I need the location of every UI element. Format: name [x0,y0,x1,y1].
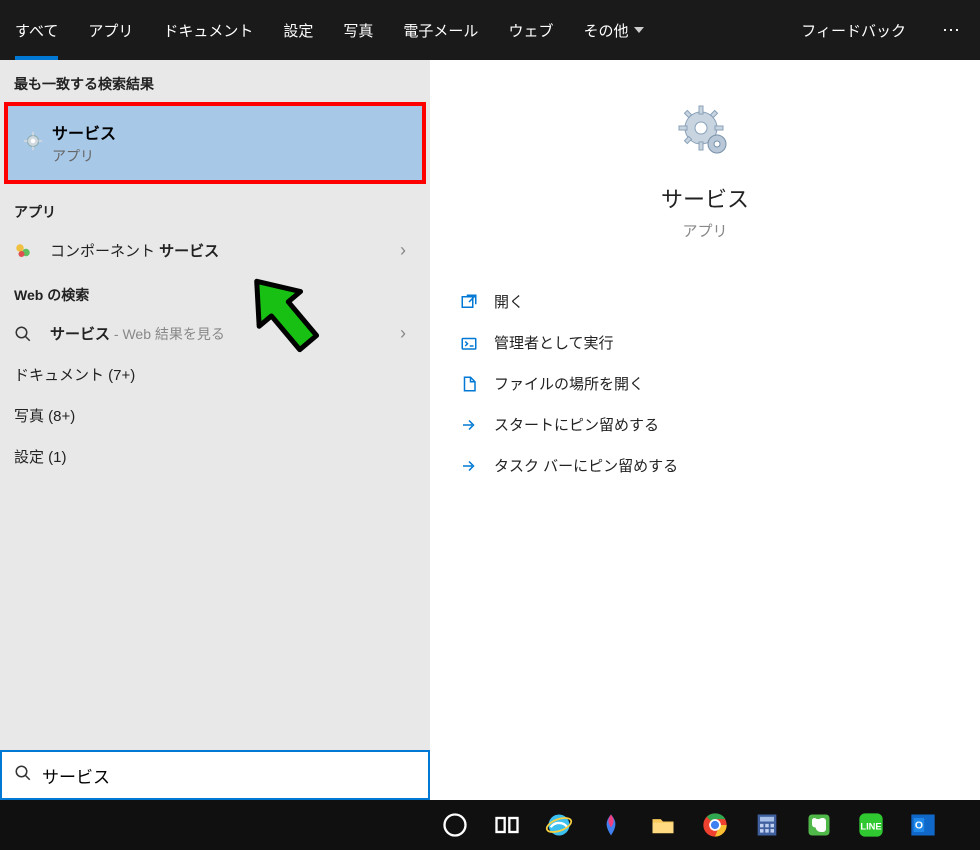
tab-label: ウェブ [508,20,553,41]
category-settings[interactable]: 設定 (1) [0,436,430,477]
action-pin-taskbar[interactable]: タスク バーにピン留めする [460,445,950,486]
detail-title: サービス [430,182,980,214]
result-label: コンポーネント サービス [50,240,400,261]
feedback-label: フィードバック [801,23,906,40]
action-open-location[interactable]: ファイルの場所を開く [460,363,950,404]
taskbar-chrome-icon[interactable] [692,800,738,850]
tab-label: 写真 [343,20,373,41]
search-icon [14,325,50,343]
tab-apps[interactable]: アプリ [73,0,148,60]
open-icon [460,293,494,311]
feedback-link[interactable]: フィードバック [783,20,924,41]
taskbar-outlook-icon[interactable]: O [900,800,946,850]
chevron-down-icon [634,27,644,33]
search-icon [14,764,32,787]
search-filter-bar: すべて アプリ ドキュメント 設定 写真 電子メール ウェブ その他 フィードバ… [0,0,980,60]
tab-label: ドキュメント [163,20,253,41]
taskbar-cortana-icon[interactable] [432,800,478,850]
best-match-title: サービス [52,120,116,144]
search-box[interactable] [0,750,430,800]
action-label: ファイルの場所を開く [494,373,644,394]
pin-icon [460,457,494,475]
tab-more[interactable]: その他 [568,0,659,60]
action-label: 管理者として実行 [494,332,614,353]
tab-label: 設定 [283,20,313,41]
taskbar-paint-icon[interactable] [588,800,634,850]
detail-subtitle: アプリ [430,220,980,241]
svg-text:O: O [915,820,923,832]
tab-web[interactable]: ウェブ [493,0,568,60]
services-gear-icon [22,130,52,157]
chevron-right-icon: › [400,240,416,261]
web-header: Web の検索 [0,271,430,313]
action-list: 開く 管理者として実行 ファイルの場所を開く スタートにピン留めする タスク バ… [430,281,980,486]
tab-settings[interactable]: 設定 [268,0,328,60]
tab-label: その他 [583,20,628,41]
more-menu-button[interactable]: ⋯ [924,20,980,41]
detail-large-icon [430,100,980,164]
chevron-right-icon: › [400,323,416,344]
tab-label: すべて [15,20,58,41]
taskbar-calculator-icon[interactable] [744,800,790,850]
svg-text:LINE: LINE [860,822,881,832]
best-match-result[interactable]: サービス アプリ [4,102,426,184]
tab-label: 電子メール [403,20,478,41]
action-pin-start[interactable]: スタートにピン留めする [460,404,950,445]
result-web-search[interactable]: サービス - Web 結果を見る › [0,313,430,354]
category-photos[interactable]: 写真 (8+) [0,395,430,436]
taskbar-evernote-icon[interactable] [796,800,842,850]
action-label: 開く [494,291,524,312]
tab-label: アプリ [88,20,133,41]
taskbar-line-icon[interactable]: LINE [848,800,894,850]
action-run-admin[interactable]: 管理者として実行 [460,322,950,363]
category-documents[interactable]: ドキュメント (7+) [0,354,430,395]
tab-photos[interactable]: 写真 [328,0,388,60]
taskbar: LINE O [0,800,980,850]
best-match-subtitle: アプリ [52,146,116,166]
taskbar-ie-icon[interactable] [536,800,582,850]
search-input[interactable] [42,765,416,785]
results-panel: 最も一致する検索結果 サービス アプリ アプリ コンポーネント サービス › W… [0,60,430,800]
result-component-services[interactable]: コンポーネント サービス › [0,230,430,271]
best-match-header: 最も一致する検索結果 [0,60,430,102]
taskbar-taskview-icon[interactable] [484,800,530,850]
action-label: スタートにピン留めする [494,414,659,435]
taskbar-explorer-icon[interactable] [640,800,686,850]
action-label: タスク バーにピン留めする [494,455,678,476]
folder-icon [460,375,494,393]
tab-email[interactable]: 電子メール [388,0,493,60]
tab-documents[interactable]: ドキュメント [148,0,268,60]
component-services-icon [14,242,50,260]
detail-panel: サービス アプリ 開く 管理者として実行 ファイルの場所を開く スタートにピン留… [430,60,980,800]
apps-header: アプリ [0,188,430,230]
tab-all[interactable]: すべて [0,0,73,60]
pin-icon [460,416,494,434]
run-admin-icon [460,334,494,352]
result-label: サービス - Web 結果を見る [50,323,400,344]
action-open[interactable]: 開く [460,281,950,322]
